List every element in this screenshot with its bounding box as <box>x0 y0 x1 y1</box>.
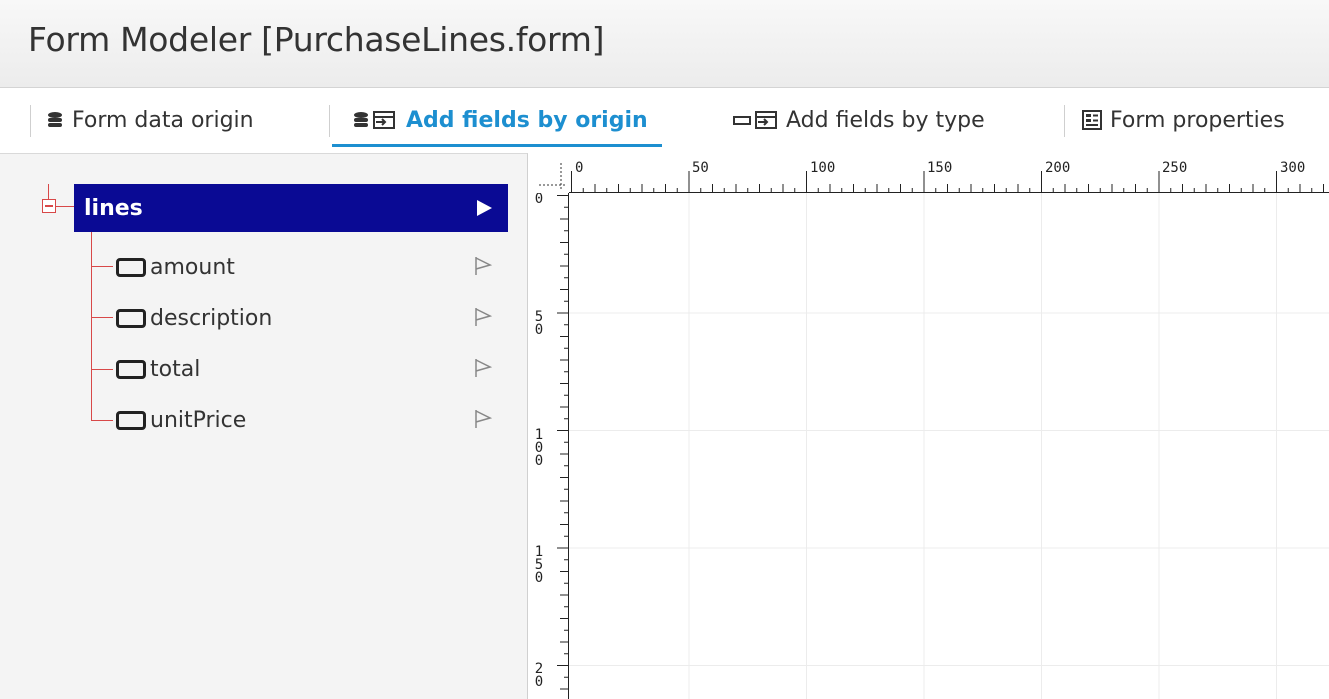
form-design-canvas[interactable]: 0 50 100 150 200 250 300 0 50 100 150 20 <box>529 153 1329 699</box>
tab-bar: Form data origin Add fields by origin Ad… <box>0 95 1329 147</box>
tree-item-label: amount <box>150 254 235 280</box>
ruler-label: 150 <box>534 544 544 586</box>
ruler-label: 150 <box>927 160 953 176</box>
fields-tree-panel: lines amount description total unitPrice <box>0 153 528 699</box>
ruler-label: 100 <box>810 160 836 176</box>
ruler-label: 300 <box>1280 160 1306 176</box>
tree-connector <box>91 266 113 267</box>
form-properties-icon <box>1082 110 1102 130</box>
flag-icon[interactable] <box>474 358 493 384</box>
tab-label: Add fields by type <box>786 107 985 133</box>
tree-connector <box>48 184 49 199</box>
text-field-icon <box>116 410 146 430</box>
text-field-icon <box>116 308 146 328</box>
text-field-icon <box>116 257 146 277</box>
tree-item-amount[interactable]: amount <box>116 250 516 284</box>
horizontal-ruler: 0 50 100 150 200 250 300 <box>529 153 1329 193</box>
play-arrow-icon[interactable] <box>474 198 494 224</box>
ruler-label: 100 <box>534 427 544 469</box>
tab-form-properties[interactable]: Form properties <box>1082 95 1285 145</box>
tab-label: Form data origin <box>72 107 254 133</box>
tree-item-label: unitPrice <box>150 407 247 433</box>
tab-add-fields-by-origin[interactable]: Add fields by origin <box>332 95 662 147</box>
field-add-icon <box>732 110 778 130</box>
ruler-label: 200 <box>1045 160 1071 176</box>
tree-connector <box>91 317 113 318</box>
ruler-label: 50 <box>692 160 709 176</box>
ruler-label: 0 <box>575 160 584 176</box>
ruler-label: 50 <box>534 309 544 338</box>
collapse-toggle[interactable] <box>42 199 56 213</box>
tree-connector <box>91 420 113 421</box>
tree-connector <box>91 369 113 370</box>
tree-item-label: total <box>150 356 201 382</box>
canvas-grid <box>569 193 1329 699</box>
tab-label: Form properties <box>1110 107 1285 133</box>
tree-item-label: description <box>150 305 273 331</box>
tab-divider <box>30 105 31 137</box>
ruler-label: 250 <box>1162 160 1188 176</box>
tree-item-description[interactable]: description <box>116 301 516 335</box>
tree-connector <box>56 206 74 207</box>
tree-node-lines[interactable]: lines <box>74 184 508 232</box>
tab-divider <box>329 105 330 137</box>
database-add-icon <box>352 110 398 130</box>
tab-add-fields-by-type[interactable]: Add fields by type <box>732 95 985 145</box>
flag-icon[interactable] <box>474 409 493 435</box>
flag-icon[interactable] <box>474 256 493 282</box>
title-bar: Form Modeler [PurchaseLines.form] <box>0 0 1329 88</box>
tree-item-unitprice[interactable]: unitPrice <box>116 403 516 437</box>
database-icon <box>46 111 64 129</box>
flag-icon[interactable] <box>474 307 493 333</box>
ruler-corner <box>529 153 569 193</box>
ruler-label: 20 <box>534 661 544 690</box>
ruler-label: 0 <box>534 191 544 207</box>
tab-form-data-origin[interactable]: Form data origin <box>46 95 254 145</box>
text-field-icon <box>116 359 146 379</box>
tree-item-total[interactable]: total <box>116 352 516 386</box>
tree-node-label: lines <box>84 195 143 221</box>
tree-connector <box>91 232 92 421</box>
window-title: Form Modeler [PurchaseLines.form] <box>28 20 605 59</box>
tab-label: Add fields by origin <box>406 107 648 133</box>
vertical-ruler: 0 50 100 150 20 <box>529 153 569 699</box>
tab-divider <box>1064 105 1065 137</box>
